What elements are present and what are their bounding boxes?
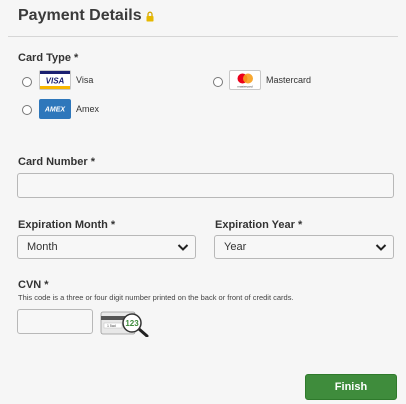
radio-mastercard[interactable] [213,77,223,87]
cvn-card-small-text: 1 5ad [107,324,116,328]
page-title: Payment Details [18,7,154,25]
mastercard-logo-icon: mastercard [229,70,261,90]
visa-logo-text: VISA [46,77,65,86]
required-mark: * [44,279,49,291]
required-mark: * [74,52,79,64]
page-title-text: Payment Details [18,7,142,24]
visa-logo-icon: VISA [39,70,71,90]
card-number-label: Card Number * [18,156,95,168]
payment-details-panel: Payment Details Card Type * VISA Visa ma… [0,0,406,404]
required-mark: * [297,219,303,231]
cvn-label: CVN * [18,279,49,291]
card-option-amex-label: Amex [76,104,100,114]
cvn-card-magnifier-icon: 1 5ad 123 [100,311,149,337]
cvn-hint: This code is a three or four digit numbe… [18,293,294,302]
card-type-label: Card Type * [18,52,78,64]
cvn-label-text: CVN [18,279,42,291]
expiration-month-select[interactable]: Month [17,235,196,259]
amex-logo-text: AMEX [44,107,67,114]
cvn-sample-digits: 123 [125,319,139,328]
radio-amex[interactable] [22,105,32,115]
card-option-visa-label: Visa [76,75,94,85]
card-number-label-text: Card Number [18,156,88,168]
expiration-month-value: Month [27,241,58,253]
expiration-year-select[interactable]: Year [214,235,394,259]
chevron-down-icon [375,244,387,251]
expiration-year-label: Expiration Year * [215,219,302,231]
mastercard-logo-text: mastercard [237,85,252,89]
card-type-label-text: Card Type [18,52,71,64]
required-mark: * [90,156,96,168]
visa-logo-graphic: VISA [40,71,70,89]
expiration-month-label-text: Expiration Month [18,219,108,231]
mastercard-logo-graphic: mastercard [237,73,253,89]
chevron-down-icon [177,244,189,251]
amex-logo-graphic: AMEX [44,107,67,114]
expiration-month-label: Expiration Month * [18,219,115,231]
title-divider [8,36,398,37]
card-number-input[interactable] [17,173,394,198]
amex-logo-icon: AMEX [39,99,71,119]
required-mark: * [110,219,116,231]
radio-visa[interactable] [22,77,32,87]
card-option-mastercard-label: Mastercard [266,75,312,85]
expiration-year-value: Year [224,241,247,253]
lock-icon [146,11,154,21]
expiration-year-label-text: Expiration Year [215,219,295,231]
finish-button[interactable]: Finish [305,374,397,400]
cvn-input[interactable] [17,309,93,334]
